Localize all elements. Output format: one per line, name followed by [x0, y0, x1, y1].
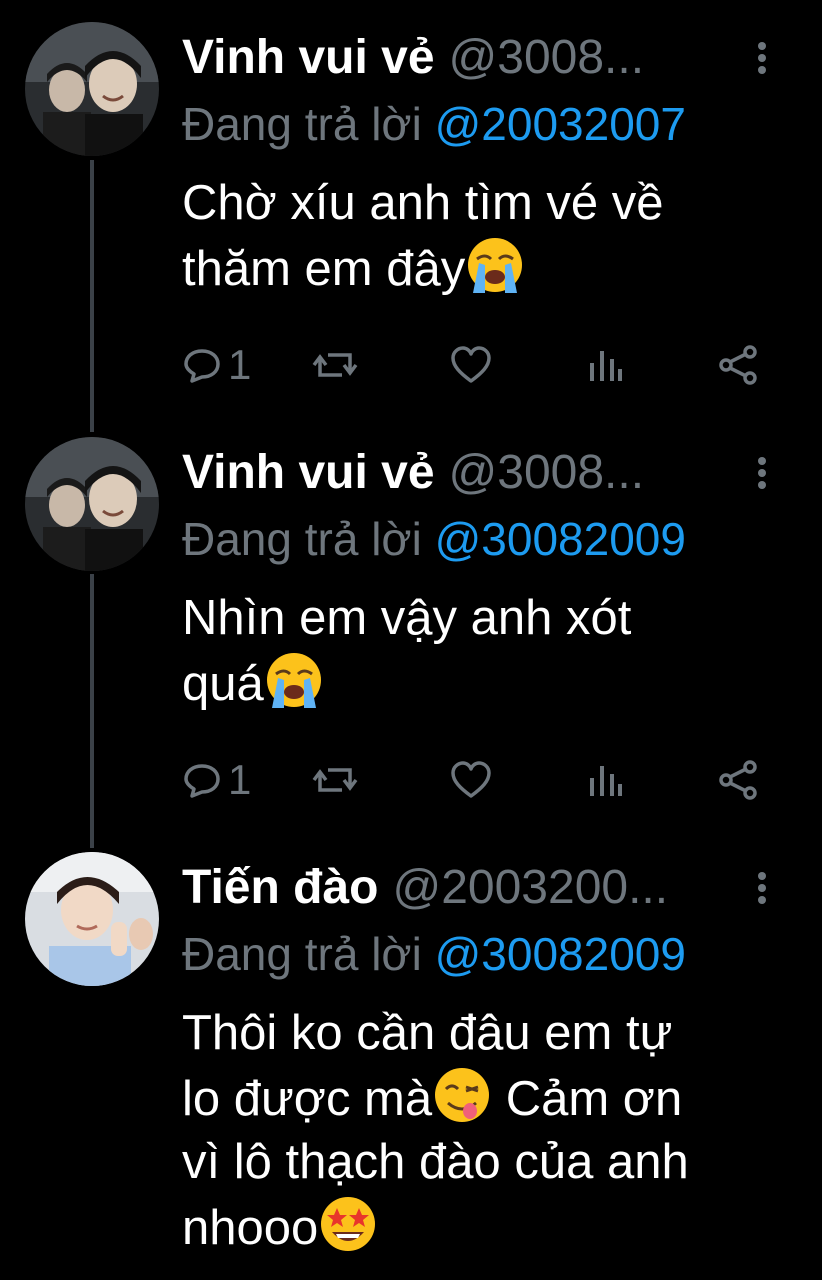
retweet-icon: [312, 768, 358, 792]
tweet-text: Nhìn em vậy anh xót quá: [182, 587, 782, 716]
display-name[interactable]: Vinh vui vẻ: [182, 446, 435, 499]
user-handle[interactable]: @3008...: [449, 446, 645, 499]
retweet-button[interactable]: [312, 340, 358, 390]
tweet[interactable]: Tiến đào @2003200... Đang trả lời @300820…: [0, 830, 822, 1280]
tweet-text-line: quá: [182, 657, 264, 711]
analytics-icon: [590, 766, 622, 796]
replying-to-handle[interactable]: @30082009: [435, 513, 686, 565]
share-button[interactable]: [718, 755, 760, 805]
analytics-icon: [590, 351, 622, 381]
tweet-text-line: Thôi ko cần đâu em tự: [182, 1006, 673, 1060]
comment-icon: [184, 764, 220, 798]
more-options-button[interactable]: [742, 455, 782, 495]
share-icon: [719, 760, 757, 800]
tweet-text: Chờ xíu anh tìm vé về thăm em đây: [182, 172, 782, 301]
tweet-text-line: Chờ xíu anh tìm vé về: [182, 176, 664, 230]
tweet-header: Vinh vui vẻ @3008...: [182, 443, 722, 503]
loudly-crying-face-icon: [264, 650, 324, 710]
tweet[interactable]: Vinh vui vẻ @3008... Đang trả lời @200320…: [0, 0, 822, 415]
like-button[interactable]: [450, 340, 492, 390]
replying-to-label: Đang trả lời: [182, 928, 422, 980]
heart-icon: [451, 761, 491, 798]
display-name[interactable]: Vinh vui vẻ: [182, 31, 435, 84]
replying-to: Đang trả lời @30082009: [182, 924, 686, 984]
tweet-text-line: Nhìn em vậy anh xót: [182, 591, 632, 645]
loudly-crying-face-icon: [465, 235, 525, 295]
tweet-text-line: nhooo: [182, 1201, 319, 1255]
more-vertical-icon: [758, 42, 766, 74]
reply-count: 1: [228, 341, 252, 388]
view-analytics-button[interactable]: [587, 340, 623, 390]
star-struck-icon: [318, 1194, 378, 1254]
tweet-text-line: thăm em đây: [182, 242, 466, 296]
more-vertical-icon: [758, 457, 766, 489]
reply-button[interactable]: 1: [182, 340, 251, 390]
reply-count: 1: [228, 756, 252, 803]
retweet-icon: [312, 353, 358, 377]
share-button[interactable]: [718, 340, 760, 390]
replying-to-label: Đang trả lời: [182, 513, 422, 565]
like-button[interactable]: [450, 755, 492, 805]
tweet[interactable]: Vinh vui vẻ @3008... Đang trả lời @300820…: [0, 415, 822, 830]
heart-icon: [451, 346, 491, 383]
more-options-button[interactable]: [742, 40, 782, 80]
user-handle[interactable]: @3008...: [449, 31, 645, 84]
avatar[interactable]: [25, 22, 159, 156]
reply-button[interactable]: 1: [182, 755, 251, 805]
replying-to: Đang trả lời @30082009: [182, 509, 686, 569]
retweet-button[interactable]: [312, 755, 358, 805]
tweet-actions: 1: [182, 340, 762, 390]
avatar[interactable]: [25, 437, 159, 571]
comment-icon: [184, 349, 220, 383]
more-vertical-icon: [758, 872, 766, 904]
display-name[interactable]: Tiến đào: [182, 861, 378, 914]
replying-to-label: Đang trả lời: [182, 98, 422, 150]
share-icon: [719, 345, 757, 385]
tweet-text-line: lo được mà: [182, 1072, 433, 1126]
view-analytics-button[interactable]: [587, 755, 623, 805]
more-options-button[interactable]: [742, 870, 782, 910]
tweet-text: Thôi ko cần đâu em tự lo được mà Cảm ơn …: [182, 1002, 782, 1260]
face-savoring-food-icon: [432, 1065, 492, 1125]
tweet-actions: 1: [182, 755, 762, 805]
tweet-text-line: Cảm ơn: [492, 1072, 683, 1126]
tweet-header: Vinh vui vẻ @3008...: [182, 28, 722, 88]
replying-to: Đang trả lời @20032007: [182, 94, 686, 154]
tweet-header: Tiến đào @2003200...: [182, 858, 722, 918]
user-handle[interactable]: @2003200...: [392, 861, 668, 914]
replying-to-handle[interactable]: @20032007: [435, 98, 686, 150]
replying-to-handle[interactable]: @30082009: [435, 928, 686, 980]
avatar[interactable]: [25, 852, 159, 986]
tweet-text-line: vì lô thạch đào của anh: [182, 1135, 689, 1189]
